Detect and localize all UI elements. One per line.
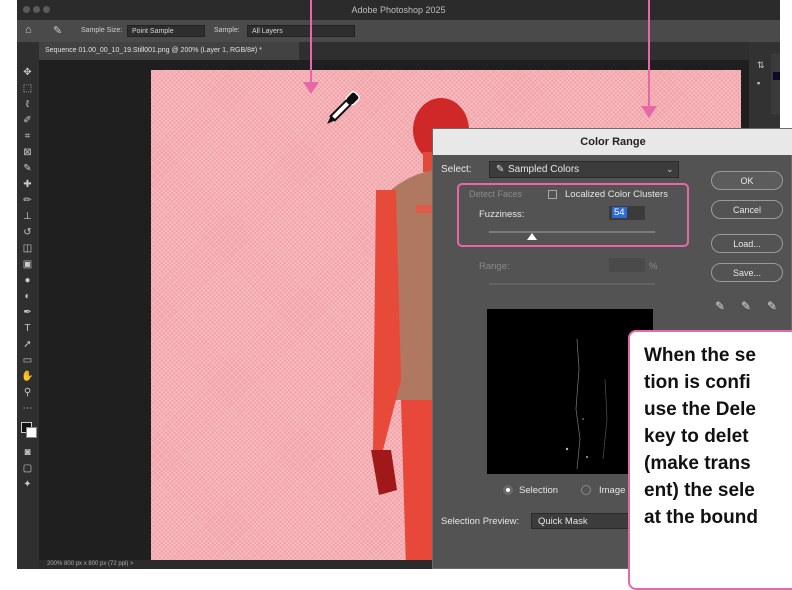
save-button[interactable]: Save... [711,263,783,282]
callout-line: use the Dele [644,399,756,420]
detect-faces-label: Detect Faces [469,189,523,199]
move-tool-icon[interactable]: ✥ [21,66,34,79]
brush-tool-icon[interactable]: ✏ [21,194,34,207]
screen-mode-icon[interactable]: ▢ [21,462,34,475]
eyedropper-tool-preset-icon[interactable]: ✎ [53,24,62,37]
chevron-down-icon: ⌄ [666,164,674,174]
hand-tool-icon[interactable]: ✋ [21,370,34,383]
document-tab-bar: Sequence 01.00_00_10_19.Still001.png @ 2… [39,42,749,60]
dialog-title: Color Range [433,129,792,155]
title-bar: Adobe Photoshop 2025 [17,0,780,20]
color-panel-edge [771,54,780,114]
dodge-tool-icon[interactable]: ◐ [21,290,34,303]
window-title: Adobe Photoshop 2025 [351,5,446,15]
healing-brush-icon[interactable]: ✚ [21,178,34,191]
ok-button[interactable]: OK [711,171,783,190]
adjustments-icon[interactable]: ⇅ [757,60,765,71]
callout-line: (make trans [644,453,751,474]
range-unit: % [649,261,658,272]
eyedropper-sample-icon[interactable]: ✎ [715,299,725,313]
color-swatch[interactable] [773,72,780,80]
callout-arrow-icon [303,82,319,94]
zoom-tool-icon[interactable]: ⚲ [21,386,34,399]
callout-line: tion is confi [644,372,751,393]
selection-radio-label: Selection [519,485,559,496]
callout-arrow-icon [641,106,657,118]
localized-clusters-label: Localized Color Clusters [565,189,668,200]
load-button[interactable]: Load... [711,234,783,253]
localized-clusters-checkbox[interactable] [548,190,557,199]
history-brush-icon[interactable]: ↺ [21,226,34,239]
selection-preview-select[interactable]: Quick Mask [531,513,641,529]
eyedropper-icon: ✎ [496,164,505,175]
eraser-tool-icon[interactable]: ◫ [21,242,34,255]
select-dropdown[interactable]: ✎ Sampled Colors ⌄ [489,161,679,178]
instruction-callout: When the se tion is confi use the Dele k… [628,330,792,590]
quick-mask-icon[interactable]: ◙ [21,446,34,459]
type-tool-icon[interactable]: T [21,322,34,335]
quick-select-tool-icon[interactable]: ✐ [21,114,34,127]
pen-tool-icon[interactable]: ✒ [21,306,34,319]
gradient-tool-icon[interactable]: ▣ [21,258,34,271]
rectangle-tool-icon[interactable]: ▭ [21,354,34,367]
fuzziness-slider-handle[interactable] [527,233,537,241]
path-select-icon[interactable]: ➚ [21,338,34,351]
range-field [609,258,645,272]
more-tools-icon[interactable]: ⋯ [21,402,34,415]
sample-size-select[interactable]: Point Sample [127,25,205,37]
sample-size-label: Sample Size: [81,27,123,34]
clone-stamp-icon[interactable]: ⊥ [21,210,34,223]
frame-tool-icon[interactable]: ⊠ [21,146,34,159]
tools-panel: ✥ ⬚ ℓ ✐ ⌗ ⊠ ✎ ✚ ✏ ⊥ ↺ ◫ ▣ ● ◐ ✒ T ➚ ▭ ✋ … [17,42,39,569]
crop-tool-icon[interactable]: ⌗ [21,130,34,143]
sample-layers-select[interactable]: All Layers [247,25,355,37]
fuzziness-label: Fuzziness: [479,209,525,220]
image-radio[interactable] [581,485,591,495]
image-radio-label: Image [599,485,626,496]
blur-tool-icon[interactable]: ● [21,274,34,287]
selection-preview-label: Selection Preview: [441,516,520,527]
eyedropper-add-icon[interactable]: ✎ [741,299,751,313]
eyedropper-cursor-icon [327,91,360,124]
comments-icon[interactable]: ▪ [757,78,760,88]
background-color-swatch[interactable] [26,427,37,438]
lasso-tool-icon[interactable]: ℓ [21,98,34,111]
select-label: Select: [441,164,472,175]
eyedropper-subtract-icon[interactable]: ✎ [767,299,777,313]
eyedropper-tool-icon[interactable]: ✎ [21,162,34,175]
fuzziness-field[interactable]: 54 [609,206,645,220]
selection-radio[interactable] [503,485,513,495]
options-bar: ⌂ ✎ Sample Size: Point Sample Sample: Al… [17,20,780,42]
fuzziness-value: 54 [612,207,627,218]
callout-line: key to delet [644,426,749,447]
range-label: Range: [479,261,510,272]
marquee-tool-icon[interactable]: ⬚ [21,82,34,95]
range-slider-track [489,283,655,285]
fuzziness-slider-track[interactable] [489,231,655,233]
callout-line-fuzziness [648,0,650,108]
callout-line-eyedropper [310,0,312,86]
select-value: Sampled Colors [508,164,580,175]
document-tab[interactable]: Sequence 01.00_00_10_19.Still001.png @ 2… [39,42,299,60]
home-icon[interactable]: ⌂ [25,24,32,36]
callout-line: When the se [644,345,756,366]
callout-line: at the bound [644,507,758,528]
callout-line: ent) the sele [644,480,755,501]
generative-icon[interactable]: ✦ [21,478,34,491]
sample-label: Sample: [214,27,240,34]
cancel-button[interactable]: Cancel [711,200,783,219]
selection-preview-value: Quick Mask [538,516,588,527]
